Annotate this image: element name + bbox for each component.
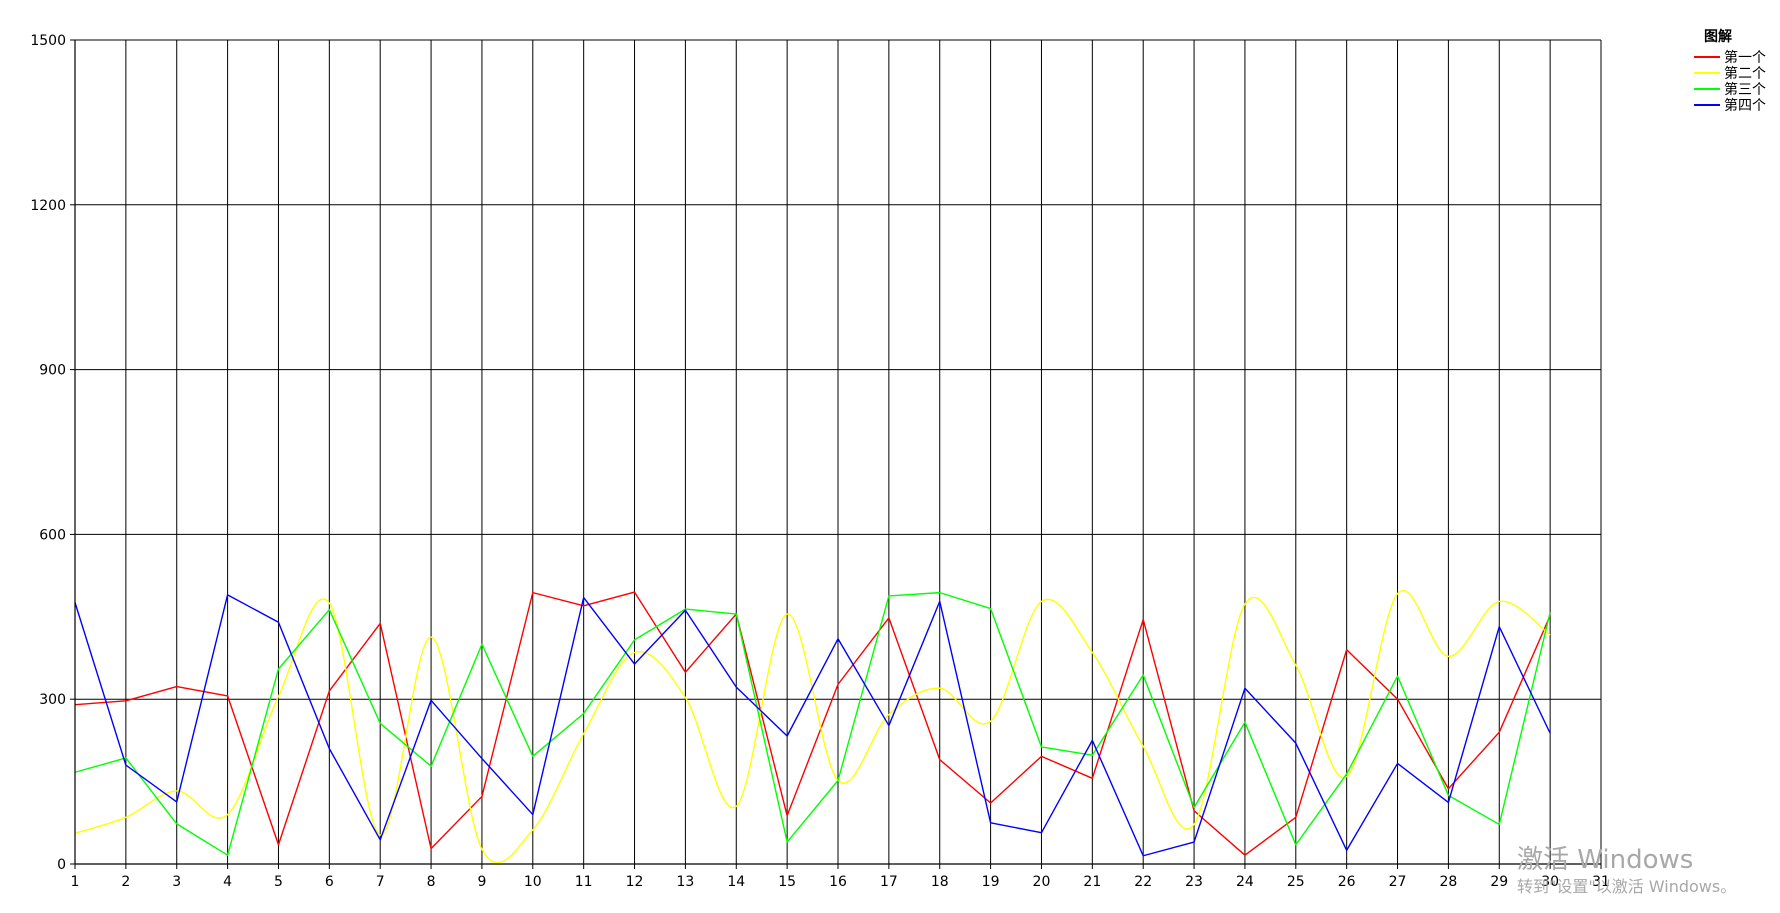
x-tick-label: 25 — [1287, 874, 1305, 890]
x-tick-label: 14 — [727, 874, 745, 890]
x-tick-label: 10 — [524, 874, 542, 890]
x-tick-label: 7 — [376, 874, 385, 890]
x-tick-label: 12 — [626, 874, 644, 890]
x-tick-label: 28 — [1439, 874, 1457, 890]
x-tick-label: 20 — [1033, 874, 1051, 890]
x-tick-label: 1 — [71, 874, 80, 890]
legend-label: 第二个 — [1724, 65, 1766, 82]
y-tick-label: 900 — [39, 363, 66, 379]
x-tick-label: 23 — [1185, 874, 1203, 890]
x-tick-label: 15 — [778, 874, 796, 890]
x-tick-label: 17 — [880, 874, 898, 890]
series-line-4 — [74, 594, 1551, 857]
x-tick-label: 2 — [121, 874, 130, 890]
x-tick-label: 21 — [1083, 874, 1101, 890]
x-tick-label: 26 — [1338, 874, 1356, 890]
legend-label: 第三个 — [1724, 81, 1766, 98]
windows-activation-watermark: 激活 Windows 转到"设置"以激活 Windows。 — [1517, 845, 1736, 896]
x-tick-label: 18 — [931, 874, 949, 890]
x-tick-label: 29 — [1490, 874, 1508, 890]
series-line-3 — [74, 591, 1551, 856]
watermark-line-2: 转到"设置"以激活 Windows。 — [1517, 877, 1736, 896]
legend-label: 第一个 — [1724, 49, 1766, 66]
x-tick-label: 9 — [477, 874, 486, 890]
axis-layer: 1 2 3 4 5 6 7 8 9 10 11 12 13 14 15 16 17 18 19 20 21 22 23 24 2… — [30, 33, 1610, 890]
watermark-line-1: 激活 Windows — [1517, 845, 1693, 875]
x-tick-label: 4 — [223, 874, 232, 890]
legend: 图解 第一个第二个第三个第四个 — [1694, 28, 1766, 114]
y-tick-label: 1200 — [30, 198, 66, 214]
y-tick-label: 300 — [39, 692, 66, 708]
y-tick-label: 600 — [39, 527, 66, 543]
y-tick-label: 0 — [57, 857, 66, 873]
series-line-1 — [74, 591, 1551, 856]
x-tick-label: 27 — [1389, 874, 1407, 890]
x-tick-label: 22 — [1134, 874, 1152, 890]
x-tick-label: 8 — [427, 874, 436, 890]
x-tick-label: 16 — [829, 874, 847, 890]
x-tick-label: 19 — [982, 874, 1000, 890]
series-line-2 — [74, 590, 1551, 864]
x-tick-label: 6 — [325, 874, 334, 890]
legend-label: 第四个 — [1724, 97, 1766, 114]
line-chart: 1 2 3 4 5 6 7 8 9 10 11 12 13 14 15 16 17 18 19 20 21 22 23 24 2… — [0, 0, 1780, 909]
x-tick-label: 3 — [172, 874, 181, 890]
x-tick-label: 24 — [1236, 874, 1254, 890]
x-tick-label: 13 — [676, 874, 694, 890]
series-layer — [74, 590, 1551, 864]
chart-svg: 1 2 3 4 5 6 7 8 9 10 11 12 13 14 15 16 17 18 19 20 21 22 23 24 2… — [30, 28, 1766, 896]
legend-title: 图解 — [1704, 28, 1732, 45]
x-tick-label: 5 — [274, 874, 283, 890]
grid-layer — [74, 39, 1602, 865]
x-tick-label: 11 — [575, 874, 593, 890]
y-tick-label: 1500 — [30, 33, 66, 49]
